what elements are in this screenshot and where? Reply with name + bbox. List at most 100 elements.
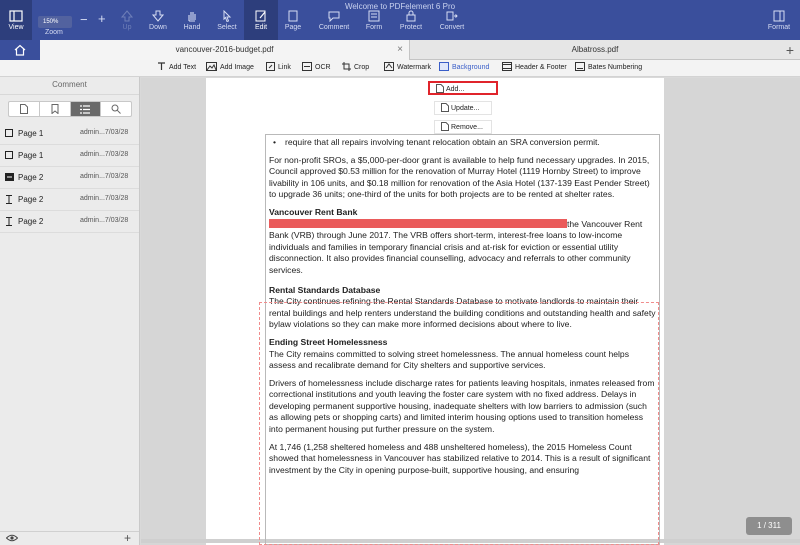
watermark-label: Watermark <box>397 64 431 71</box>
header-footer-button[interactable]: Header & Footer <box>502 62 567 74</box>
add-text-button[interactable]: Add Text <box>157 62 196 74</box>
header-footer-label: Header & Footer <box>515 64 567 71</box>
link-label: Link <box>278 64 291 71</box>
eye-icon[interactable] <box>6 534 18 542</box>
add-image-icon <box>206 62 217 71</box>
form-button[interactable]: Form <box>357 10 391 31</box>
comment-page: Page 2 <box>18 173 44 182</box>
vertical-scrollbar[interactable] <box>795 78 799 545</box>
thumbnails-tab[interactable] <box>9 102 40 116</box>
bates-numbering-button[interactable]: Bates Numbering <box>575 62 642 74</box>
add-comment-button[interactable]: + <box>124 531 131 545</box>
text-cursor-icon <box>6 195 12 204</box>
format-label: Format <box>767 24 791 31</box>
page-update-icon <box>441 103 449 112</box>
convert-label: Convert <box>439 24 465 31</box>
up-label: Up <box>122 24 132 31</box>
redaction-mark <box>269 218 567 228</box>
tab-albatross[interactable]: Albatross.pdf <box>410 40 780 60</box>
down-label: Down <box>149 24 167 31</box>
hand-button[interactable]: Hand <box>175 10 209 31</box>
editable-text-block[interactable]: require that all repairs involving tenan… <box>265 134 660 545</box>
search-tab[interactable] <box>101 102 131 116</box>
select-button[interactable]: Select <box>210 10 244 31</box>
edit-button[interactable]: Edit <box>244 0 278 40</box>
up-button[interactable]: Up <box>110 10 144 31</box>
note-icon <box>5 151 13 159</box>
zoom-select[interactable]: 150% <box>38 16 72 28</box>
comment-page: Page 2 <box>18 195 44 204</box>
comment-item[interactable]: Page 1 admin...7/03/28 <box>0 123 139 145</box>
close-tab-icon[interactable]: × <box>397 40 403 60</box>
ocr-button[interactable]: OCR <box>302 62 331 74</box>
background-add-item[interactable]: Add... <box>428 81 498 95</box>
bookmark-icon <box>51 104 59 114</box>
tab-vancouver-budget[interactable]: vancouver-2016-budget.pdf × <box>40 40 410 60</box>
list-icon <box>80 104 91 114</box>
add-text-label: Add Text <box>169 64 197 71</box>
convert-icon <box>446 11 458 21</box>
page-counter: 1 / 311 <box>746 517 792 535</box>
convert-button[interactable]: Convert <box>433 10 471 31</box>
protect-button[interactable]: Protect <box>393 10 429 31</box>
heading-rental-standards: Rental Standards Database <box>269 284 381 295</box>
add-tab-button[interactable]: + <box>786 41 794 59</box>
watermark-button[interactable]: Watermark <box>384 62 431 74</box>
sidebar-tabs <box>8 101 132 117</box>
heading-rent-bank: Vancouver Rent Bank <box>269 206 358 217</box>
comment-button[interactable]: Comment <box>314 10 354 31</box>
sidebar-footer: + <box>0 531 139 545</box>
format-icon <box>773 10 785 22</box>
link-button[interactable]: Link <box>266 62 291 74</box>
comment-item[interactable]: Page 2 admin...7/03/28 <box>0 211 139 233</box>
zoom-label: Zoom <box>45 29 63 36</box>
view-button[interactable]: View <box>0 0 32 40</box>
text-cursor-icon <box>6 217 12 226</box>
comment-icon <box>328 11 340 22</box>
highlight-icon <box>5 173 14 181</box>
add-image-button[interactable]: Add Image <box>206 62 254 74</box>
home-button[interactable] <box>0 40 40 60</box>
lock-icon <box>406 10 416 22</box>
home-icon <box>14 44 26 56</box>
tab-label: vancouver-2016-budget.pdf <box>175 45 274 54</box>
background-add-label: Add... <box>446 86 465 93</box>
edit-label: Edit <box>254 24 268 31</box>
crop-button[interactable]: Crop <box>342 62 369 74</box>
tab-label: Albatross.pdf <box>571 45 619 54</box>
background-update-item[interactable]: Update... <box>434 101 492 115</box>
down-button[interactable]: Down <box>141 10 175 31</box>
note-icon <box>5 129 13 137</box>
bookmarks-tab[interactable] <box>40 102 71 116</box>
comment-sidebar: Comment Page 1 admin...7/03/28 Page 1 ad… <box>0 77 140 545</box>
page-add-icon <box>436 84 444 93</box>
background-remove-item[interactable]: Remove... <box>434 120 492 134</box>
add-image-label: Add Image <box>220 64 254 71</box>
up-arrow-icon <box>121 10 133 22</box>
page-icon <box>288 10 298 22</box>
paragraph: For non-profit SROs, a $5,000-per-door g… <box>269 154 650 200</box>
crop-label: Crop <box>354 64 370 71</box>
search-icon <box>111 104 121 114</box>
zoom-out-button[interactable]: − <box>80 12 88 27</box>
cursor-icon <box>223 10 232 22</box>
hand-label: Hand <box>183 24 201 31</box>
comments-list-tab[interactable] <box>70 102 102 116</box>
page-button[interactable]: Page <box>276 10 310 31</box>
comment-list: Page 1 admin...7/03/28 Page 1 admin...7/… <box>0 123 139 233</box>
bates-numbering-icon <box>575 62 585 71</box>
zoom-in-button[interactable]: + <box>98 11 106 26</box>
ocr-label: OCR <box>315 64 331 71</box>
background-button[interactable]: Background <box>439 62 489 74</box>
background-remove-label: Remove... <box>451 124 483 131</box>
comment-meta: admin...7/03/28 <box>80 129 129 136</box>
format-button[interactable]: Format <box>762 10 796 31</box>
comment-item[interactable]: Page 1 admin...7/03/28 <box>0 145 139 167</box>
link-icon <box>266 62 275 71</box>
watermark-icon <box>384 62 394 71</box>
comment-meta: admin...7/03/28 <box>80 217 129 224</box>
comment-item[interactable]: Page 2 admin...7/03/28 <box>0 189 139 211</box>
comment-item[interactable]: Page 2 admin...7/03/28 <box>0 167 139 189</box>
paragraph: the Vancouver Rent Bank (VRB) through Ju… <box>269 218 656 277</box>
paragraph: At 1,746 (1,258 sheltered homeless and 4… <box>269 441 651 475</box>
